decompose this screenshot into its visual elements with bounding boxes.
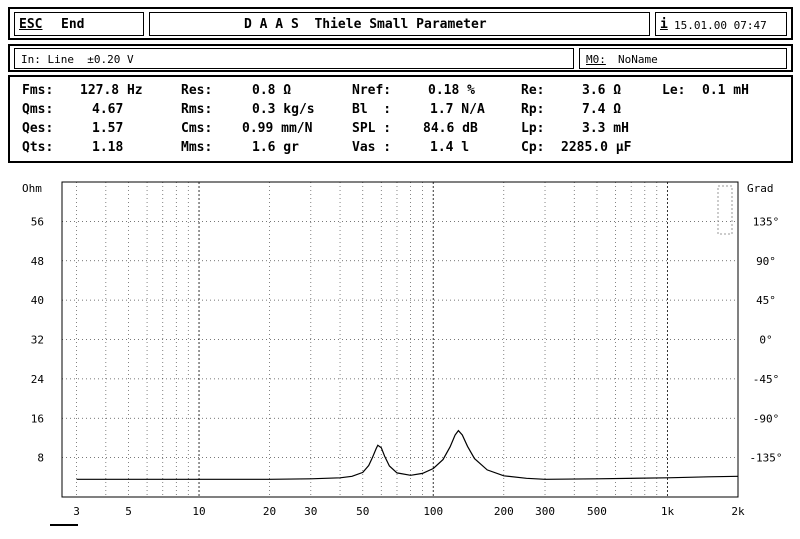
y-tick-label-left: 24 — [31, 373, 45, 386]
info-panel[interactable]: i 15.01.00 07:47 — [655, 12, 787, 36]
impedance-curve — [544, 475, 739, 480]
y-tick-label-right: 90° — [756, 255, 776, 268]
param-label-qms: Qms: — [22, 102, 54, 117]
param-label-bl: Bl : — [352, 102, 392, 117]
param-value-nref: 0.18 % — [428, 83, 475, 98]
x-tick-label: 300 — [535, 505, 555, 518]
cursor-indicator — [50, 185, 733, 526]
memory-panel[interactable]: M0: NoName — [579, 48, 787, 69]
param-value-re: 3.6 Ω — [582, 83, 622, 98]
param-label-qts: Qts: — [22, 140, 54, 155]
param-label-fms: Fms: — [22, 83, 54, 98]
param-label-cms: Cms: — [181, 121, 213, 136]
param-value-vas: 1.4 l — [430, 140, 470, 155]
param-value-lp: 3.3 mH — [582, 121, 629, 136]
input-level-label: In: Line ±0.20 V — [21, 53, 134, 66]
param-label-qes: Qes: — [22, 121, 54, 136]
y-axis-label-right: Grad — [747, 182, 774, 195]
param-value-qms: 4.67 — [92, 102, 124, 117]
y-tick-label-left: 48 — [31, 255, 44, 268]
param-label-rms: Rms: — [181, 102, 213, 117]
x-tick-label: 20 — [263, 505, 276, 518]
y-tick-label-left: 8 — [37, 452, 44, 465]
memory-key[interactable]: M0: — [586, 52, 606, 67]
y-tick-label-right: -135° — [749, 452, 782, 465]
param-value-cp: 2285.0 µF — [561, 140, 632, 155]
param-label-cp: Cp: — [521, 140, 545, 155]
x-tick-label: 200 — [494, 505, 514, 518]
param-value-bl: 1.7 N/A — [430, 102, 485, 117]
y-tick-label-left: 40 — [31, 294, 44, 307]
param-value-rp: 7.4 Ω — [582, 102, 622, 117]
plot-frame — [61, 181, 739, 498]
input-bar: In: Line ±0.20 V M0: NoName — [8, 44, 793, 72]
param-value-rms: 0.3 kg/s — [252, 102, 315, 117]
page-title: D A A S Thiele Small Parameter — [244, 17, 487, 32]
param-label-vas: Vas : — [352, 140, 392, 155]
param-label-res: Res: — [181, 83, 213, 98]
x-tick-label: 1k — [661, 505, 675, 518]
y-tick-label-right: -45° — [753, 373, 780, 386]
x-tick-label: 500 — [587, 505, 607, 518]
x-tick-label: 30 — [304, 505, 317, 518]
memory-name: NoName — [618, 53, 658, 66]
param-value-le: 0.1 mH — [702, 83, 749, 98]
end-label[interactable]: End — [61, 17, 84, 32]
impedance-chart[interactable]: 3 5 10 20 30 50 100 200 300 500 1k 2k 8 16 24 32 40 48 56 1… — [0, 172, 800, 532]
param-value-res: 0.8 Ω — [252, 83, 292, 98]
x-tick-label: 10 — [192, 505, 205, 518]
param-label-rp: Rp: — [521, 102, 545, 117]
param-value-mms: 1.6 gr — [252, 140, 299, 155]
chart-grid — [62, 182, 739, 497]
title-panel: D A A S Thiele Small Parameter — [149, 12, 650, 36]
param-value-qes: 1.57 — [92, 121, 124, 136]
y-tick-label-left: 32 — [31, 334, 44, 347]
y-tick-label-right: -90° — [753, 412, 780, 425]
param-label-le: Le: — [662, 83, 686, 98]
param-label-nref: Nref: — [352, 83, 392, 98]
y-tick-label-left: 16 — [31, 412, 44, 425]
y-tick-label-right: 45° — [756, 294, 776, 307]
param-value-fms: 127.8 Hz — [80, 83, 143, 98]
param-label-spl: SPL : — [352, 121, 392, 136]
x-tick-label: 2k — [731, 505, 745, 518]
param-value-cms: 0.99 mm/N — [242, 121, 313, 136]
esc-key[interactable]: ESC — [19, 17, 42, 32]
x-tick-label: 5 — [125, 505, 132, 518]
x-tick-label: 100 — [423, 505, 443, 518]
param-value-spl: 84.6 dB — [423, 121, 478, 136]
parameter-panel: Fms: 127.8 Hz Qms: 4.67 Qes: 1.57 Qts: 1… — [8, 75, 793, 163]
y-tick-label-left: 56 — [31, 215, 44, 228]
datetime-label: 15.01.00 07:47 — [674, 19, 767, 32]
param-label-mms: Mms: — [181, 140, 213, 155]
x-tick-label: 50 — [356, 505, 369, 518]
y-tick-label-right: 0° — [759, 334, 772, 347]
header-bar: ESC End D A A S Thiele Small Parameter i… — [8, 7, 793, 40]
chart-series — [76, 429, 739, 480]
y-axis-label-left: Ohm — [22, 182, 42, 195]
x-tick-label: 3 — [73, 505, 80, 518]
param-label-re: Re: — [521, 83, 545, 98]
info-key[interactable]: i — [660, 17, 668, 32]
param-value-qts: 1.18 — [92, 140, 124, 155]
param-label-lp: Lp: — [521, 121, 545, 136]
input-panel[interactable]: In: Line ±0.20 V — [14, 48, 574, 69]
esc-end-button[interactable]: ESC End — [14, 12, 144, 36]
y-tick-label-right: 135° — [753, 215, 780, 228]
